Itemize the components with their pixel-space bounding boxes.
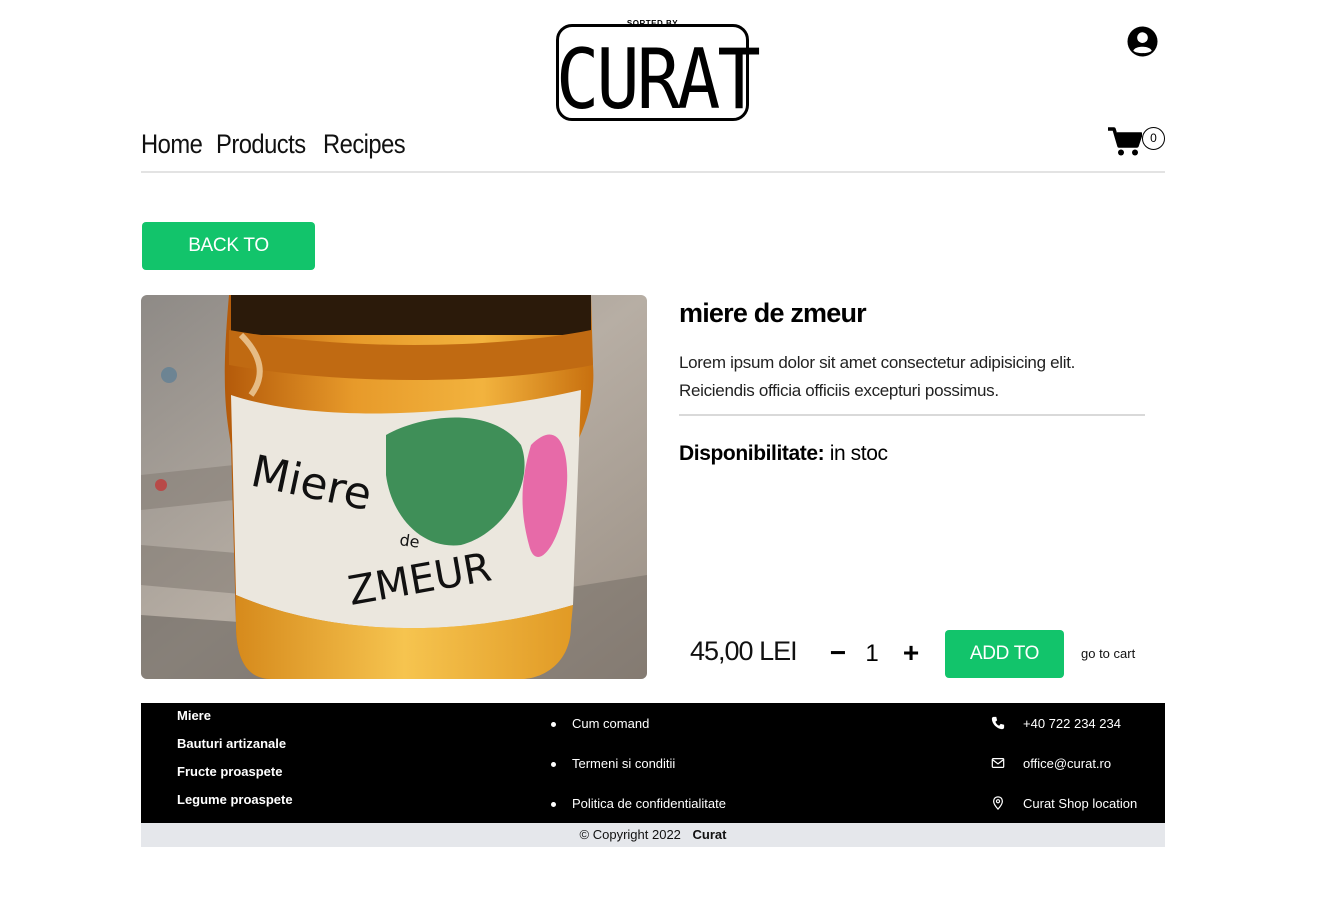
logo-tagline: SORTED BY	[626, 19, 679, 28]
footer-category-legume[interactable]: Legume proaspete	[177, 792, 293, 807]
footer-link-politica[interactable]: Politica de confidentialitate	[572, 796, 726, 811]
footer-phone[interactable]: +40 722 234 234	[1023, 716, 1121, 731]
footer-category-bauturi[interactable]: Bauturi artizanale	[177, 736, 286, 751]
quantity-increase-button[interactable]: +	[898, 637, 924, 669]
availability-label: Disponibilitate:	[679, 442, 825, 465]
add-to-cart-button[interactable]: ADD TO CART	[945, 630, 1064, 712]
availability-value: in stoc	[829, 442, 888, 465]
bullet-icon	[551, 722, 556, 727]
bullet-icon	[551, 762, 556, 767]
info-divider	[679, 414, 1145, 416]
footer-email[interactable]: office@curat.ro	[1023, 756, 1111, 771]
product-title: miere de zmeur	[679, 298, 867, 328]
back-to-products-button[interactable]: BACK TO PRODUCTS	[142, 222, 315, 304]
quantity-decrease-button[interactable]: −	[826, 637, 850, 669]
footer-location[interactable]: Curat Shop location	[1023, 796, 1137, 811]
quantity-value: 1	[865, 640, 879, 667]
availability: Disponibilitate: in stoc	[679, 442, 888, 466]
cart-count-badge: 0	[1142, 127, 1165, 150]
nav-recipes[interactable]: Recipes	[323, 129, 406, 160]
site-footer: Miere Bauturi artizanale Fructe proaspet…	[141, 703, 1165, 823]
copyright-text: Copyright 2022	[592, 827, 681, 842]
footer-category-miere[interactable]: Miere	[177, 708, 211, 723]
copyright-icon: ©	[579, 827, 590, 842]
location-pin-icon	[993, 796, 1003, 810]
jar-label-de: de	[398, 530, 420, 552]
logo-wordmark: CURAT	[556, 30, 761, 128]
mail-icon	[991, 758, 1005, 768]
header-divider	[141, 171, 1165, 173]
main-nav: Home Products Recipes	[141, 129, 406, 160]
shopping-cart-icon[interactable]	[1108, 127, 1142, 157]
phone-icon	[991, 716, 1005, 730]
product-price: 45,00 LEI	[690, 636, 798, 666]
site-logo[interactable]: SORTED BY CURAT	[555, 18, 761, 126]
nav-home[interactable]: Home	[141, 129, 203, 160]
go-to-cart-link[interactable]: go to cart	[1081, 646, 1135, 661]
product-image: Miere de ZMEUR	[141, 295, 647, 679]
copyright-brand: Curat	[692, 827, 727, 842]
product-description: Lorem ipsum dolor sit amet consectetur a…	[679, 353, 1076, 400]
footer-link-termeni[interactable]: Termeni si conditii	[572, 756, 675, 771]
user-account-icon[interactable]	[1127, 26, 1158, 57]
footer-category-fructe[interactable]: Fructe proaspete	[177, 764, 282, 779]
nav-products[interactable]: Products	[216, 129, 306, 160]
copyright-bar: © Copyright 2022 Curat	[141, 823, 1165, 847]
bullet-icon	[551, 802, 556, 807]
footer-link-cum-comand[interactable]: Cum comand	[572, 716, 649, 731]
